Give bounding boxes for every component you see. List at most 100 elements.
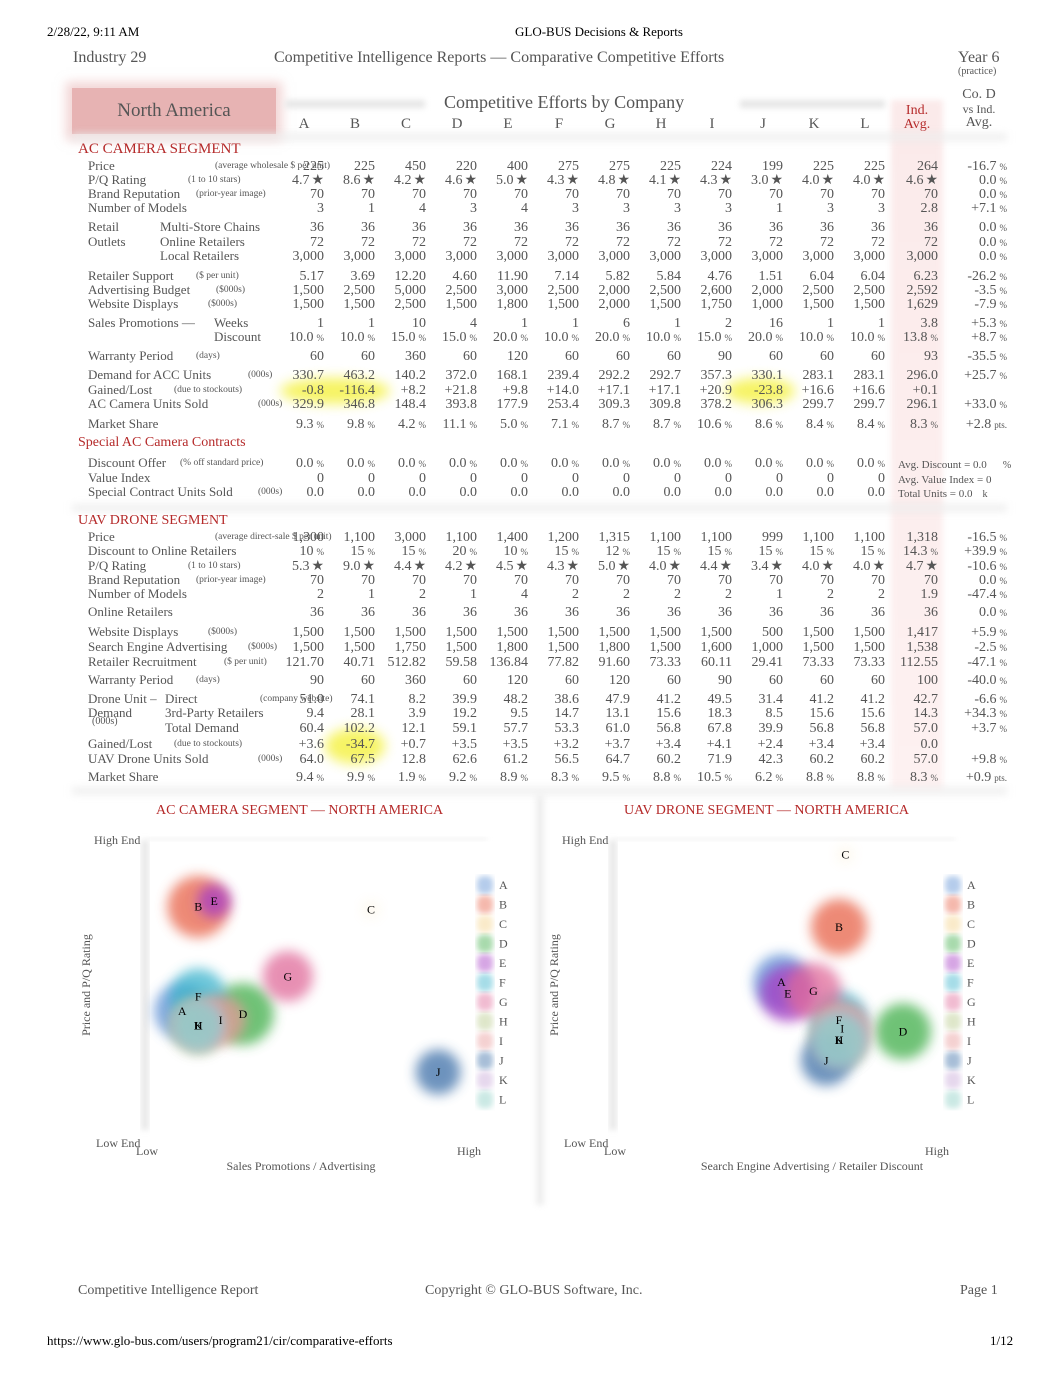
cell-c: 0	[376, 472, 426, 486]
cell-value: 1,750	[394, 640, 427, 655]
cell-b: -116.4	[325, 384, 375, 398]
cell-value: 71.9	[707, 752, 733, 767]
cell-k: 56.8	[784, 722, 835, 736]
cell-f: 1,200	[529, 531, 580, 545]
cell-value: 70	[820, 187, 834, 202]
cell-f: 60	[529, 674, 579, 688]
bubble-label-j: J	[436, 1065, 441, 1079]
cell-e: 136.84	[478, 656, 529, 670]
cell-d: 4.6 ★	[427, 174, 477, 188]
star-icon: ★	[413, 173, 426, 188]
cell-h: 1,500	[631, 626, 682, 640]
cell-value: +14.0	[546, 383, 579, 398]
cell-value: 36	[361, 220, 375, 235]
cell-value: 4.4	[393, 559, 412, 574]
row-unit-note: (due to stockouts)	[174, 739, 243, 749]
cell-value: 60.2	[656, 752, 682, 767]
cell-f: 0.0%	[529, 457, 579, 471]
cell-k: 60	[784, 350, 834, 364]
cell-j: 1	[733, 588, 783, 602]
cell-a: 64.0	[274, 753, 325, 767]
cell-b: 28.1	[325, 707, 376, 721]
y-axis-line	[141, 840, 149, 1130]
cell-value: 225	[813, 159, 834, 174]
cell-value: 36	[514, 220, 528, 235]
row-unit-note: ($000s)	[208, 299, 238, 309]
cell-value: 3	[623, 201, 630, 216]
diff-value: +5.9	[971, 625, 997, 640]
co-d-vs-avg: +0.9 pts.	[927, 771, 1007, 785]
cell-value: 2	[827, 587, 834, 602]
cell-value: 70	[412, 573, 426, 588]
bubble-label-l: L	[195, 1019, 202, 1033]
cell-e: 0.0%	[478, 457, 528, 471]
ac-camera-positioning-chart: High End Low EndLow High Sales Promotions /…	[79, 833, 508, 1173]
cell-j: 330.1	[733, 369, 784, 383]
cell-value: 120	[507, 673, 528, 688]
cell-d: 39.9	[427, 693, 478, 707]
print-url[interactable]: https://www.glo-bus.com/users/program21/…	[47, 1333, 393, 1349]
cell-value: 2	[725, 316, 732, 331]
cell-l: 283.1	[835, 369, 886, 383]
cell-e: 57.7	[478, 722, 529, 736]
unit-label: %	[520, 459, 529, 469]
co-d-vs-avg: -6.6%	[927, 693, 1007, 707]
co-d-vs-avg: 0.0%	[927, 606, 1007, 620]
cell-d: 1	[427, 588, 477, 602]
cell-value: 56.5	[554, 752, 580, 767]
cell-f: 72	[529, 236, 579, 250]
diff-value: -16.5	[967, 530, 997, 545]
cell-l: 60	[835, 350, 885, 364]
cell-value: 3,000	[547, 249, 580, 264]
cell-value: +20.9	[699, 383, 732, 398]
avg-value: 4.7	[905, 559, 924, 574]
cell-a: 330.7	[274, 369, 325, 383]
cell-b: 463.2	[325, 369, 376, 383]
cell-value: 60	[820, 349, 834, 364]
ind-avg-header-line1: Ind.	[905, 103, 929, 118]
cell-g: 0	[580, 472, 630, 486]
cell-value: 1,500	[292, 297, 325, 312]
diff-value: +9.8	[971, 752, 997, 767]
cell-a: 0.0%	[274, 457, 324, 471]
cell-e: 10%	[478, 545, 529, 559]
cell-value: 15	[758, 544, 773, 559]
row-label: Discount Offer	[88, 455, 167, 470]
cell-value: 4.7	[291, 173, 310, 188]
legend-label-k: K	[499, 1073, 508, 1087]
cell-value: 36	[718, 605, 732, 620]
cell-value: 12.8	[401, 752, 427, 767]
cell-value: 0.0	[459, 485, 478, 500]
cell-value: 0	[368, 471, 375, 486]
cell-value: 0.0	[561, 485, 580, 500]
cell-value: 275	[609, 159, 630, 174]
cell-value: 120	[507, 349, 528, 364]
cell-l: 60.2	[835, 753, 886, 767]
legend-swatch-i	[477, 1032, 493, 1050]
cell-value: 60	[769, 673, 783, 688]
star-icon: ★	[617, 559, 630, 574]
cell-j: 199	[733, 160, 783, 174]
print-page-count: 1/12	[990, 1333, 1014, 1348]
industry-average: 0.0	[888, 738, 939, 752]
cell-j: 3.4 ★	[733, 560, 783, 574]
cell-value: 3,000	[496, 283, 529, 298]
cell-h: 225	[631, 160, 681, 174]
cell-a: 3,000	[274, 250, 325, 264]
report-title: Competitive Intelligence Reports — Compa…	[274, 49, 725, 66]
cell-l: 2,500	[835, 284, 886, 298]
contract-summary: Total Units = 0.0 k	[898, 488, 988, 500]
legend-swatch-j	[477, 1051, 493, 1070]
cell-value: 2	[674, 587, 681, 602]
star-icon: ★	[668, 173, 681, 188]
cell-h: 2	[631, 588, 681, 602]
cell-i: +20.9	[682, 384, 732, 398]
unit-label: %	[826, 420, 835, 430]
unit-label: %	[999, 352, 1008, 362]
legend-swatch-c	[945, 915, 961, 933]
unit-label: %	[520, 547, 529, 557]
cell-value: 42.3	[758, 752, 784, 767]
cell-h: 1,500	[631, 641, 682, 655]
cell-value: 36	[718, 220, 732, 235]
cell-value: 4.0	[801, 173, 820, 188]
